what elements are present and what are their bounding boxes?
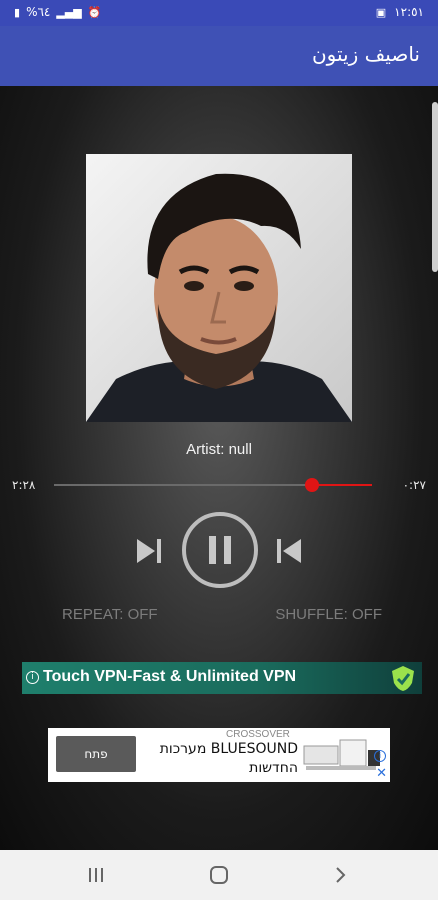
- status-bar: ▮ %٦٤ ▂▄▆ ⏰ ▣ ١٢:٥١: [0, 0, 438, 26]
- seek-progress: [311, 484, 372, 486]
- next-button[interactable]: [132, 534, 166, 568]
- app-title: ناصيف زيتون: [311, 42, 420, 66]
- repeat-toggle[interactable]: REPEAT: OFF: [62, 606, 158, 623]
- home-icon: [210, 866, 228, 884]
- battery-icon: ▮: [14, 5, 21, 19]
- back-button[interactable]: [328, 863, 352, 887]
- ad-brand: CROSSOVER: [226, 729, 290, 740]
- album-cover: [86, 154, 352, 422]
- previous-button[interactable]: [272, 534, 306, 568]
- clock: ١٢:٥١: [394, 5, 424, 19]
- bluesound-ad-banner[interactable]: פתח CROSSOVER BLUESOUND מערכות החדשות i …: [48, 728, 390, 782]
- speaker-product-image: [303, 739, 380, 770]
- home-button[interactable]: [207, 863, 231, 887]
- alarm-icon: ⏰: [87, 5, 102, 19]
- skip-previous-icon: [277, 539, 301, 563]
- pause-icon: [209, 536, 231, 564]
- seek-thumb[interactable]: [304, 478, 319, 492]
- vpn-shield-icon: [392, 666, 414, 691]
- status-icons-left: ▮ %٦٤ ▂▄▆ ⏰: [14, 5, 101, 19]
- elapsed-time: ٠:٢٧: [402, 478, 426, 492]
- ad-headline: Touch VPN-Fast & Unlimited VPN: [43, 668, 297, 685]
- shuffle-toggle[interactable]: SHUFFLE: OFF: [275, 606, 382, 623]
- player-area: Artist: null ٢:٢٨ ٠:٢٧ REPEAT: OFF SHUFF: [0, 86, 438, 850]
- signal-icon: ▂▄▆: [56, 5, 82, 19]
- ad-headline-2: BLUESOUND מערכות החדשות: [159, 741, 298, 776]
- scrollbar[interactable]: [432, 102, 438, 272]
- battery-percent: %٦٤: [26, 5, 51, 19]
- recent-apps-icon: [89, 868, 103, 882]
- status-icons-right: ▣ ١٢:٥١: [376, 5, 424, 19]
- navigation-bar: [0, 850, 438, 900]
- recent-apps-button[interactable]: [84, 863, 108, 887]
- artist-photo: [86, 154, 352, 422]
- gallery-icon: ▣: [375, 5, 387, 19]
- play-pause-button[interactable]: [182, 512, 258, 588]
- playback-controls: [0, 510, 438, 590]
- total-time: ٢:٢٨: [12, 478, 36, 492]
- skip-next-icon: [137, 539, 161, 563]
- app-bar: ناصيف زيتون: [0, 26, 438, 86]
- vpn-ad-banner[interactable]: i Touch VPN-Fast & Unlimited VPN: [22, 662, 422, 694]
- ad-close-icon[interactable]: ✕: [376, 766, 387, 781]
- ad-open-button[interactable]: פתח: [56, 736, 136, 772]
- back-icon: [336, 867, 346, 883]
- ad-info-icon[interactable]: i: [26, 671, 39, 684]
- seek-bar[interactable]: [54, 478, 372, 492]
- ad-info-icon-2[interactable]: i: [374, 750, 386, 762]
- artist-label: Artist: null: [186, 441, 252, 458]
